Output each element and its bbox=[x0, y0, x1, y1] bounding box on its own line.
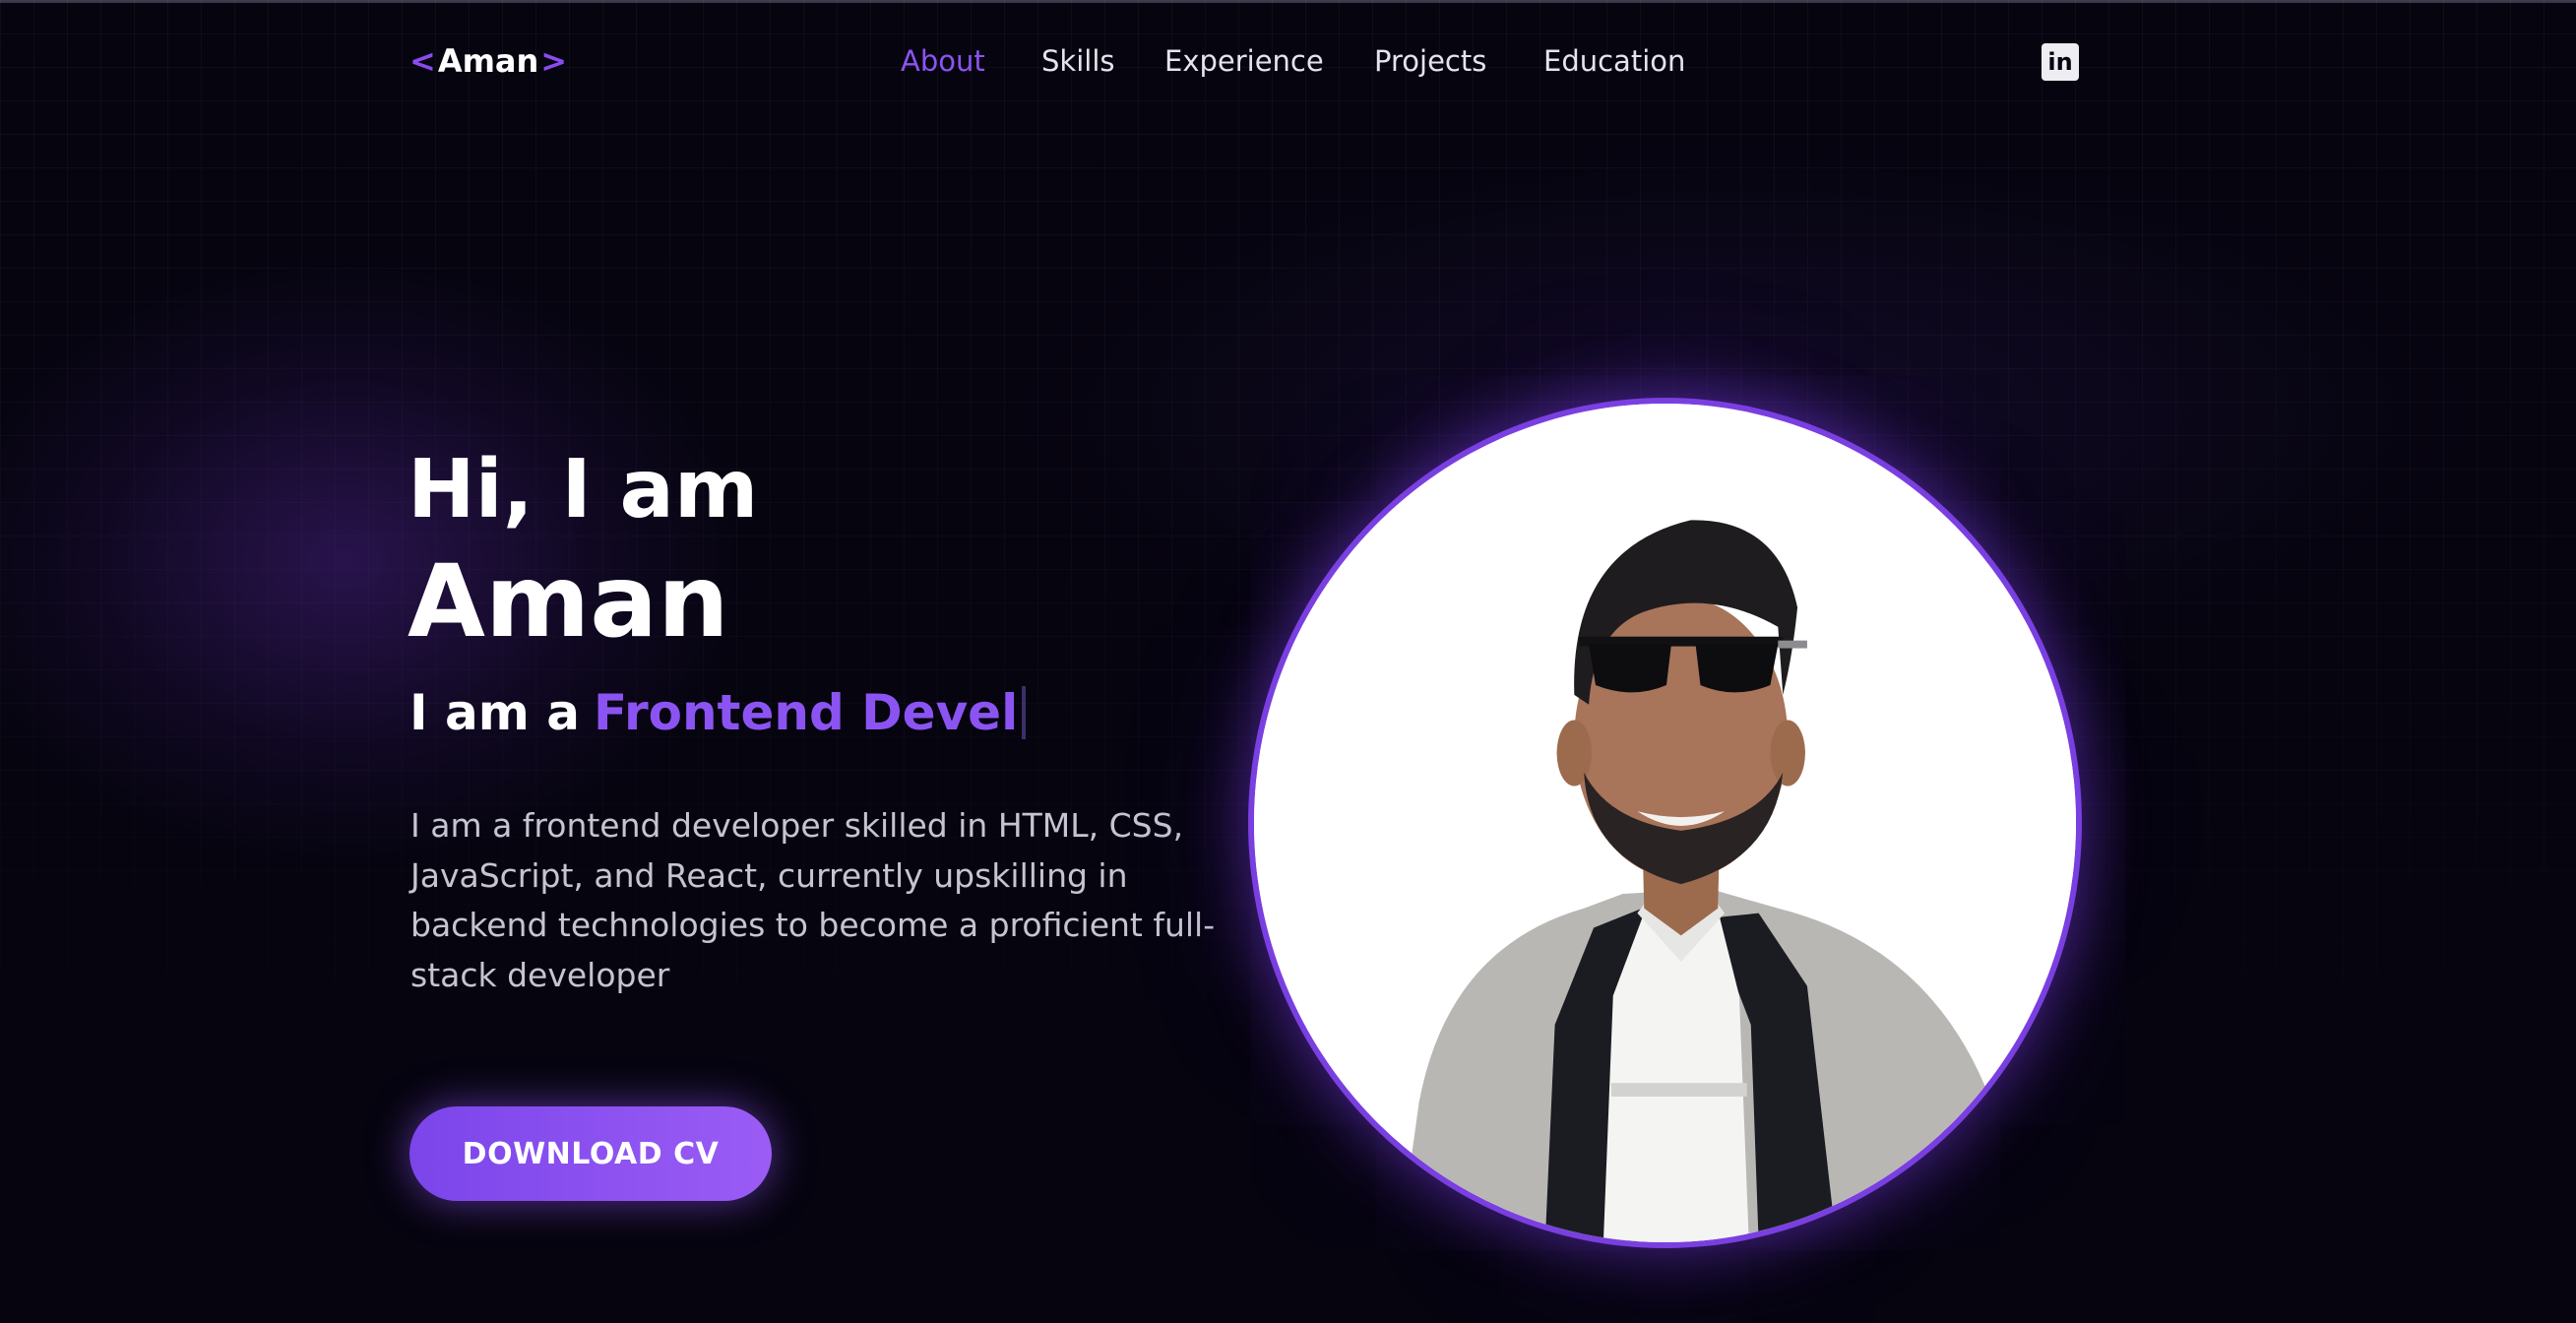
nav-link-skills[interactable]: Skills bbox=[1041, 41, 1114, 81]
hero-role: I am a Frontend Devel bbox=[409, 677, 1027, 748]
nav-link-projects[interactable]: Projects bbox=[1374, 41, 1486, 81]
linkedin-icon[interactable]: in bbox=[2042, 43, 2079, 81]
site-logo[interactable]: < Aman > bbox=[409, 39, 567, 83]
logo-name: Aman bbox=[437, 42, 539, 80]
hero-greeting: Hi, I am bbox=[408, 443, 759, 536]
hero-name: Aman bbox=[408, 543, 729, 661]
logo-close-bracket: > bbox=[540, 42, 568, 80]
hero-bio: I am a frontend developer skilled in HTM… bbox=[410, 806, 1216, 994]
nav-link-experience[interactable]: Experience bbox=[1164, 41, 1324, 81]
nav-link-education[interactable]: Education bbox=[1543, 41, 1685, 81]
download-cv-button[interactable]: DOWNLOAD CV bbox=[409, 1106, 772, 1201]
profile-photo bbox=[1248, 398, 2082, 1248]
logo-open-bracket: < bbox=[409, 42, 436, 80]
profile-illustration bbox=[1254, 404, 2076, 1242]
role-typed-text: Frontend Devel bbox=[594, 684, 1019, 741]
nav-link-about[interactable]: About bbox=[901, 41, 985, 81]
typing-caret bbox=[1022, 686, 1027, 739]
role-prefix: I am a bbox=[409, 684, 580, 741]
